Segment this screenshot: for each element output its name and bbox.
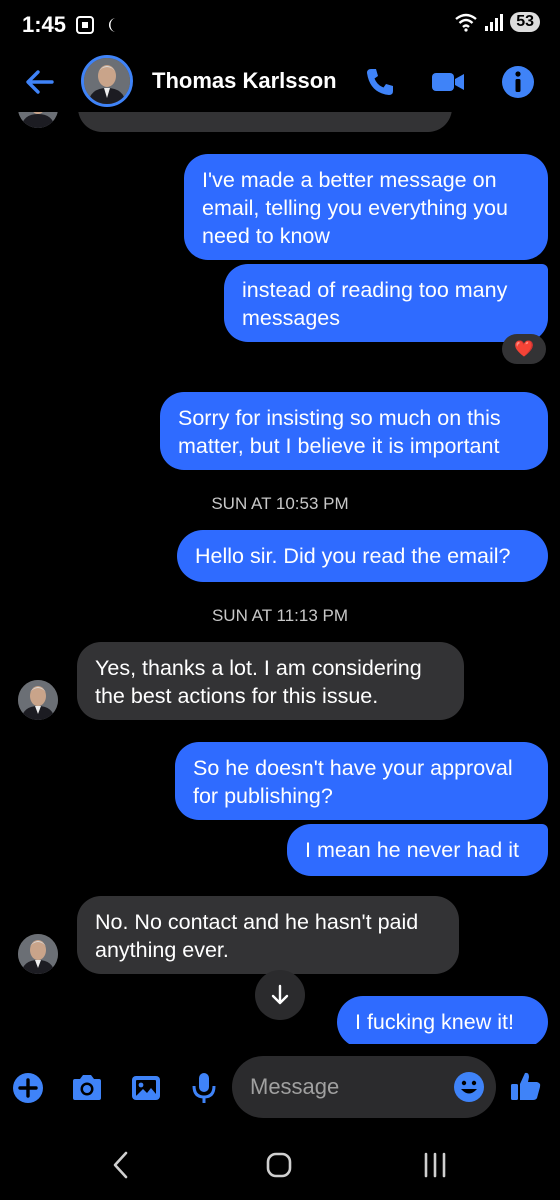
nav-recents-icon[interactable] [417,1150,453,1180]
message-bubble-incoming[interactable]: Yes, thanks a lot. I am considering the … [77,642,464,720]
nav-back-icon[interactable] [104,1150,140,1180]
nav-home-icon[interactable] [261,1150,297,1180]
signal-icon [485,14,504,31]
gallery-icon[interactable] [128,1070,164,1106]
message-list[interactable]: I've made a better message on email, tel… [0,112,560,1044]
battery-icon: 53 [510,12,540,32]
camera-icon[interactable] [69,1070,105,1106]
plus-icon[interactable] [10,1070,46,1106]
contact-avatar[interactable] [81,55,133,107]
timestamp: SUN AT 10:53 PM [211,494,349,513]
arrow-down-icon [271,984,289,1005]
video-camera-icon[interactable] [430,64,466,100]
heart-reaction-icon[interactable]: ❤️ [502,334,546,364]
message-bubble-partial [78,112,452,132]
message-bubble-outgoing[interactable]: Sorry for insisting so much on this matt… [160,392,548,470]
reaction-emoji: ❤️ [514,341,534,358]
status-right-icons: 53 [454,12,540,32]
message-bubble-outgoing[interactable]: I fucking knew it! [337,996,548,1044]
timestamp: SUN AT 11:13 PM [211,606,349,625]
scroll-to-bottom-button[interactable] [255,970,305,1020]
status-bar: 1:45 53 [0,0,560,50]
contact-avatar-small[interactable] [18,934,58,974]
message-bubble-outgoing[interactable]: So he doesn't have your approval for pub… [175,742,548,820]
message-bubble-outgoing[interactable]: Hello sir. Did you read the email? [177,530,548,582]
message-bubble-outgoing[interactable]: I mean he never had it [287,824,548,876]
microphone-icon[interactable] [186,1070,222,1106]
conversation-header: Thomas Karlsson [0,50,560,112]
status-time: 1:45 [22,12,67,37]
back-arrow-icon[interactable] [22,64,58,100]
do-not-disturb-moon-icon [109,18,117,32]
system-navigation-bar [0,1130,560,1200]
message-bubble-outgoing[interactable]: instead of reading too many messages [224,264,548,342]
avatar-photo [84,58,130,104]
thumbs-up-icon[interactable] [508,1068,544,1104]
message-bubble-incoming[interactable]: No. No contact and he hasn't paid anythi… [77,896,459,974]
wifi-icon [455,13,477,32]
message-composer [0,1050,560,1126]
phone-icon[interactable] [362,64,398,100]
status-left-icons [76,14,120,41]
emoji-icon[interactable] [452,1070,486,1104]
contact-name[interactable]: Thomas Karlsson [152,68,337,94]
contact-avatar-small[interactable] [18,112,58,128]
info-icon[interactable] [500,64,536,100]
contact-avatar-small[interactable] [18,680,58,720]
message-bubble-outgoing[interactable]: I've made a better message on email, tel… [184,154,548,260]
